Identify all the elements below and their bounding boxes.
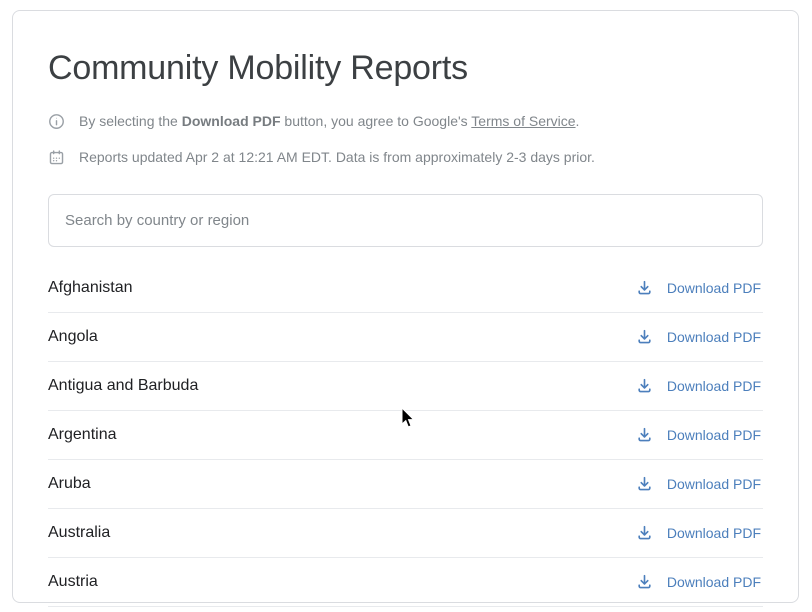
download-pdf-label: Download PDF — [667, 427, 761, 443]
download-pdf-label: Download PDF — [667, 329, 761, 345]
reports-card: Community Mobility Reports By selecting … — [12, 10, 799, 603]
download-pdf-link[interactable]: Download PDF — [636, 573, 763, 590]
agreement-bold: Download PDF — [182, 113, 281, 129]
download-icon — [636, 573, 653, 590]
country-name: Austria — [48, 573, 98, 591]
download-icon — [636, 426, 653, 443]
country-name: Aruba — [48, 475, 91, 493]
download-icon — [636, 524, 653, 541]
updated-text: Reports updated Apr 2 at 12:21 AM EDT. D… — [79, 148, 595, 168]
country-row: Aruba Download PDF — [48, 460, 763, 509]
download-pdf-link[interactable]: Download PDF — [636, 475, 763, 492]
terms-of-service-link[interactable]: Terms of Service — [471, 113, 575, 129]
download-pdf-link[interactable]: Download PDF — [636, 524, 763, 541]
country-row: Australia Download PDF — [48, 509, 763, 558]
download-pdf-label: Download PDF — [667, 476, 761, 492]
country-name: Australia — [48, 524, 110, 542]
download-pdf-label: Download PDF — [667, 378, 761, 394]
country-name: Angola — [48, 328, 98, 346]
agreement-notice: By selecting the Download PDF button, yo… — [48, 112, 763, 132]
download-icon — [636, 279, 653, 296]
agreement-middle: button, you agree to Google's — [281, 113, 472, 129]
download-pdf-link[interactable]: Download PDF — [636, 426, 763, 443]
agreement-prefix: By selecting the — [79, 113, 182, 129]
calendar-icon — [48, 149, 65, 166]
country-name: Argentina — [48, 426, 117, 444]
download-icon — [636, 475, 653, 492]
download-pdf-label: Download PDF — [667, 525, 761, 541]
country-name: Afghanistan — [48, 279, 133, 297]
download-pdf-link[interactable]: Download PDF — [636, 279, 763, 296]
country-row: Austria Download PDF — [48, 558, 763, 607]
country-row: Afghanistan Download PDF — [48, 264, 763, 313]
updated-notice: Reports updated Apr 2 at 12:21 AM EDT. D… — [48, 148, 763, 168]
download-pdf-label: Download PDF — [667, 574, 761, 590]
country-row: Antigua and Barbuda Download PDF — [48, 362, 763, 411]
download-icon — [636, 377, 653, 394]
country-row: Angola Download PDF — [48, 313, 763, 362]
country-row: Argentina Download PDF — [48, 411, 763, 460]
country-name: Antigua and Barbuda — [48, 377, 198, 395]
download-pdf-link[interactable]: Download PDF — [636, 377, 763, 394]
info-icon — [48, 113, 65, 130]
agreement-text: By selecting the Download PDF button, yo… — [79, 112, 579, 132]
country-list: Afghanistan Download PDF Angola — [48, 264, 763, 607]
agreement-suffix: . — [576, 113, 580, 129]
page-title: Community Mobility Reports — [48, 47, 763, 90]
download-icon — [636, 328, 653, 345]
search-input[interactable] — [48, 194, 763, 247]
download-pdf-label: Download PDF — [667, 280, 761, 296]
download-pdf-link[interactable]: Download PDF — [636, 328, 763, 345]
